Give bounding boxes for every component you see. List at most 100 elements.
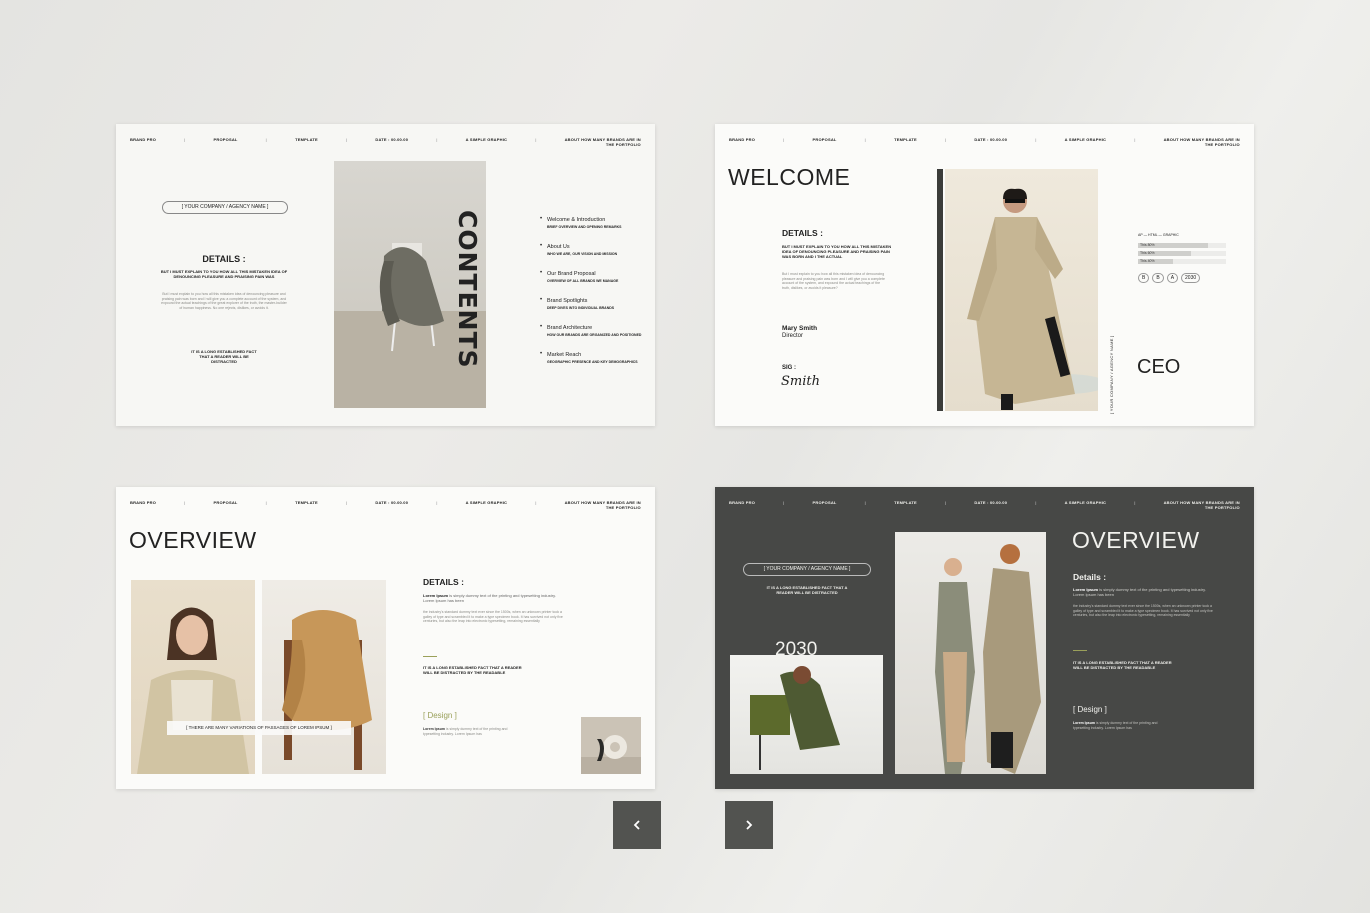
chevron-right-icon: [746, 820, 753, 830]
topbar-item: DATE : 00.00.00: [974, 137, 1008, 142]
slide-contents[interactable]: BRAND PRO | PROPOSAL | TEMPLATE | DATE : 00…: [116, 124, 655, 426]
vase-illustration: [581, 735, 641, 774]
details-body-text: the industry's standard dummy text ever …: [423, 610, 563, 623]
topbar-item: DATE : 00.00.00: [375, 137, 409, 142]
slide-topbar: BRAND PRO | PROPOSAL | TEMPLATE | DATE : 00…: [729, 137, 1240, 147]
slide-overview-dark[interactable]: BRAND PRO | PROPOSAL | TEMPLATE | DATE : 00…: [715, 487, 1254, 789]
skill-bar: This 40%: [1138, 259, 1226, 264]
prev-slide-button[interactable]: [613, 801, 661, 849]
photo-chair-tan-coat: [262, 580, 386, 774]
design-text: Lorem Ipsum is simply dummy text of the …: [423, 727, 517, 736]
topbar-item: TEMPLATE: [894, 137, 917, 142]
topbar-item: TEMPLATE: [894, 500, 917, 505]
lorem-intro: Lorem Ipsum is simply dummy text of the …: [1073, 587, 1215, 597]
topbar-item: DATE : 00.00.00: [375, 500, 409, 505]
agenda-list: Welcome & IntroductionBRIEF OVERVIEW AND…: [540, 216, 647, 379]
slide-welcome[interactable]: BRAND PRO | PROPOSAL | TEMPLATE | DATE : 00…: [715, 124, 1254, 426]
details-body-text: But I must explain to you how all this m…: [161, 292, 287, 310]
next-slide-button[interactable]: [725, 801, 773, 849]
chip: A: [1166, 273, 1179, 283]
skill-bar-label: This 40%: [1140, 259, 1155, 263]
topbar-item: ABOUT HOW MANY BRANDS ARE IN THE PORTFOL…: [1163, 137, 1240, 147]
details-title: DETAILS :: [202, 254, 246, 264]
chip-row: B B A 2030: [1138, 273, 1201, 283]
design-text: Lorem Ipsum is simply dummy text of the …: [1073, 721, 1167, 730]
design-lead: Lorem Ipsum: [423, 727, 445, 731]
topbar-item: BRAND PRO: [130, 137, 157, 142]
signature-label: SIG :: [782, 365, 797, 371]
topbar-item: TEMPLATE: [295, 500, 318, 505]
details-title: Details :: [1073, 572, 1107, 582]
lorem-intro: Lorem Ipsum is simply dummy text of the …: [423, 593, 565, 603]
topbar-item: DATE : 00.00.00: [974, 500, 1008, 505]
agenda-item[interactable]: Welcome & IntroductionBRIEF OVERVIEW AND…: [540, 216, 647, 229]
agenda-item[interactable]: Brand ArchitectureHOW OUR BRANDS ARE ORG…: [540, 324, 647, 337]
skill-bar-label: This 60%: [1140, 251, 1155, 255]
vertical-contents-title: CONTENTS: [453, 210, 482, 369]
details-title: DETAILS :: [782, 228, 823, 238]
skill-bar-label: This 80%: [1140, 243, 1155, 247]
green-chair-illustration: [750, 666, 840, 770]
slide-topbar: BRAND PRO | PROPOSAL | TEMPLATE | DATE : 00…: [130, 500, 641, 510]
details-body-text: the industry's standard dummy text ever …: [1073, 604, 1213, 617]
topbar-item: A SIMPLE GRAPHIC: [1064, 500, 1107, 505]
design-lead: Lorem Ipsum: [1073, 721, 1095, 725]
topbar-item: PROPOSAL: [213, 137, 238, 142]
design-label: [ Design ]: [1073, 705, 1107, 714]
welcome-title: WELCOME: [728, 164, 851, 190]
agenda-item[interactable]: About UsWHO WE ARE, OUR VISION AND MISSI…: [540, 243, 647, 256]
accent-line: [1073, 650, 1087, 651]
skill-bars: This 80% This 60% This 40%: [1138, 243, 1226, 267]
photo-man-green-chair: [730, 655, 883, 774]
company-pill: [ YOUR COMPANY / AGENCY NAME ]: [162, 201, 288, 214]
topbar-item: TEMPLATE: [295, 137, 318, 142]
topbar-item: ABOUT HOW MANY BRANDS ARE IN THE PORTFOL…: [1163, 500, 1240, 510]
topbar-item: ABOUT HOW MANY BRANDS ARE IN THE PORTFOL…: [564, 137, 641, 147]
chip: B: [1138, 273, 1150, 283]
overview-title: OVERVIEW: [1072, 527, 1200, 553]
two-models-illustration: [935, 544, 1041, 774]
topbar-item: PROPOSAL: [213, 500, 238, 505]
photo-woman-trench-coat: [945, 169, 1098, 411]
chip: 2030: [1181, 273, 1201, 283]
details-bold-text: BUT I MUST EXPLAIN TO YOU HOW ALL THIS M…: [160, 269, 288, 279]
slide-topbar: BRAND PRO | PROPOSAL | TEMPLATE | DATE : 00…: [729, 500, 1240, 510]
accent-line: [423, 656, 437, 657]
fact-text: IT IS A LONG ESTABLISHED FACT THAT A REA…: [191, 349, 257, 364]
chip: B: [1152, 273, 1164, 283]
topbar-item: A SIMPLE GRAPHIC: [465, 500, 508, 505]
design-label: [ Design ]: [423, 711, 457, 720]
details-title: DETAILS :: [423, 577, 464, 587]
skill-bar: This 80%: [1138, 243, 1226, 248]
woman-glasses-illustration: [137, 607, 249, 774]
photo-woman-glasses: [131, 580, 255, 774]
photo-caption: [ THERE ARE MANY VARIATIONS OF PASSAGES …: [167, 721, 351, 735]
ceo-label: CEO: [1137, 356, 1181, 378]
photo-vase: [581, 717, 641, 774]
topbar-item: A SIMPLE GRAPHIC: [465, 137, 508, 142]
person-name: Mary Smith: [782, 325, 818, 332]
overview-title: OVERVIEW: [129, 527, 257, 553]
topbar-item: BRAND PRO: [729, 500, 756, 505]
tan-coat-illustration: [282, 610, 372, 770]
person-role: Director: [782, 333, 804, 339]
fact-text: IT IS A LONG ESTABLISHED FACT THAT A REA…: [766, 585, 848, 595]
photo-two-models: [895, 532, 1046, 774]
slide-topbar: BRAND PRO | PROPOSAL | TEMPLATE | DATE : 00…: [130, 137, 641, 147]
accent-bar: [937, 169, 943, 411]
signature: Smith: [781, 374, 820, 389]
slide-overview-light[interactable]: BRAND PRO | PROPOSAL | TEMPLATE | DATE : 00…: [116, 487, 655, 789]
agenda-item[interactable]: Brand SpotlightsDEEP DIVES INTO INDIVIDU…: [540, 297, 647, 310]
topbar-item: PROPOSAL: [812, 137, 837, 142]
agenda-item[interactable]: Our Brand ProposalOVERVIEW OF ALL BRANDS…: [540, 270, 647, 283]
topbar-item: A SIMPLE GRAPHIC: [1064, 137, 1107, 142]
topbar-item: BRAND PRO: [729, 137, 756, 142]
agenda-item[interactable]: Market ReachGEOGRAPHIC PRESENCE AND KEY …: [540, 351, 647, 364]
chevron-left-icon: [633, 820, 640, 830]
details-bold-text: BUT I MUST EXPLAIN TO YOU HOW ALL THIS M…: [782, 244, 892, 259]
trench-coat-illustration: [967, 188, 1098, 410]
skill-bar: This 60%: [1138, 251, 1226, 256]
skills-label: AP — HTML — GRAPHIC: [1138, 233, 1179, 237]
details-body-text: But I must explain to you how all this m…: [782, 272, 885, 290]
fact-text: IT IS A LONG ESTABLISHED FACT THAT A REA…: [423, 665, 522, 675]
